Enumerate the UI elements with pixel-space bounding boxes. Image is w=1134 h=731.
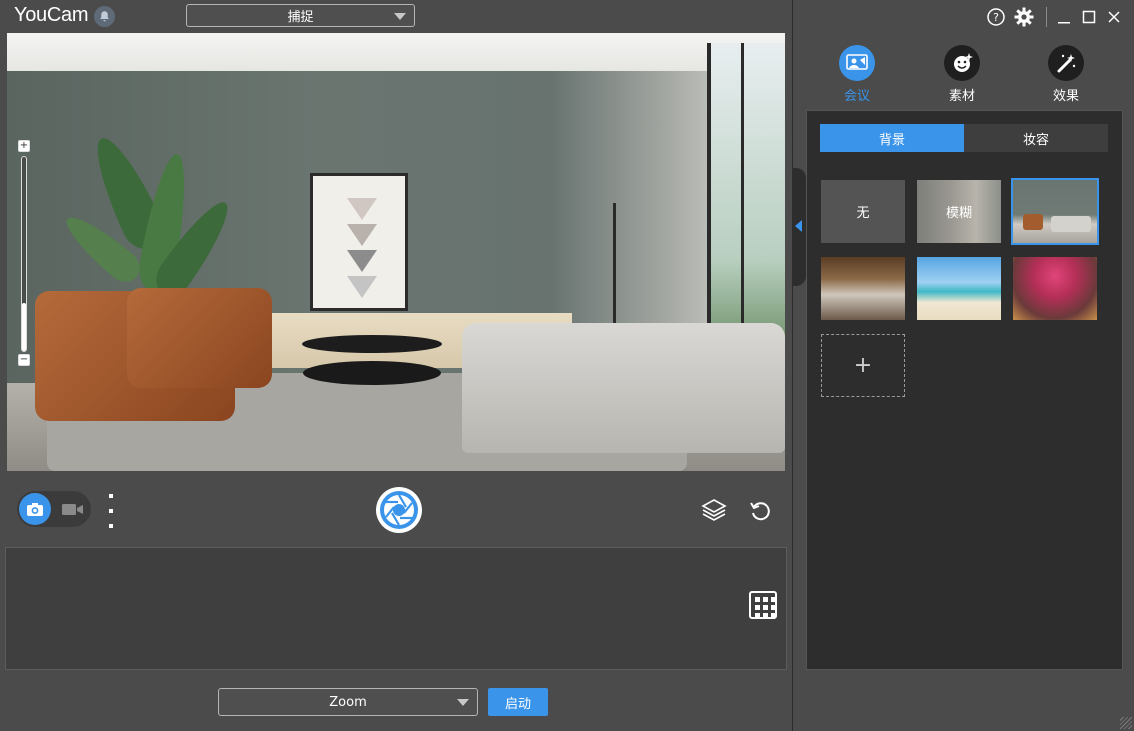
settings-gear-icon[interactable] [1013, 7, 1035, 27]
zoom-out-button[interactable]: − [18, 354, 30, 366]
capture-mode-value: 捕捉 [287, 10, 314, 25]
gallery-grid-icon[interactable] [749, 591, 777, 619]
background-none[interactable]: 无 [821, 180, 905, 243]
window-decoration [707, 43, 785, 353]
video-app-select[interactable]: Zoom [218, 688, 478, 716]
capture-mode-select[interactable]: 捕捉 [186, 4, 415, 27]
video-app-value: Zoom [329, 694, 367, 710]
zoom-in-button[interactable]: + [18, 140, 30, 152]
layers-icon[interactable] [701, 497, 727, 523]
captured-media-tray [5, 547, 787, 670]
shutter-aperture-icon [380, 491, 418, 529]
chevron-left-icon [795, 220, 802, 232]
background-beach[interactable] [917, 257, 1001, 320]
app-title: YouCam [14, 4, 89, 26]
tab-stickers[interactable]: 素材 [932, 45, 992, 104]
add-background-button[interactable]: + [821, 334, 905, 397]
more-options-icon[interactable] [105, 494, 117, 528]
camera-icon[interactable] [19, 493, 51, 525]
background-cafe[interactable] [821, 257, 905, 320]
conference-icon [839, 45, 875, 81]
background-blur[interactable]: 模糊 [917, 180, 1001, 243]
background-blossom-tree[interactable] [1013, 257, 1097, 320]
youcam-window: YouCam 捕捉 + − Zoom 启动 ? 会议 素材 效果 背景 妆容 无… [0, 0, 1134, 731]
close-icon[interactable] [1106, 7, 1122, 27]
wall-art [310, 173, 408, 311]
tab-effects[interactable]: 效果 [1036, 45, 1096, 104]
minimize-icon[interactable] [1056, 7, 1072, 27]
tab-effects-label: 效果 [1052, 89, 1079, 104]
zoom-track[interactable] [21, 156, 27, 352]
chevron-down-icon [394, 13, 406, 20]
zoom-fill [22, 302, 26, 351]
chevron-down-icon [457, 699, 469, 706]
help-icon[interactable]: ? [986, 7, 1006, 27]
title-separator [1046, 7, 1047, 27]
tab-conference-label: 会议 [843, 89, 870, 104]
subtab-background[interactable]: 背景 [820, 124, 964, 152]
tab-conference[interactable]: 会议 [827, 45, 887, 104]
notification-bell-icon[interactable] [94, 6, 115, 27]
sticker-face-icon [944, 45, 980, 81]
subtab-makeup[interactable]: 妆容 [964, 124, 1108, 152]
magic-wand-icon [1048, 45, 1084, 81]
pane-divider [792, 0, 793, 731]
start-button[interactable]: 启动 [488, 688, 548, 716]
collapse-panel-handle[interactable] [792, 168, 806, 286]
reset-icon[interactable] [747, 498, 773, 524]
camera-preview: + − [7, 33, 785, 471]
resize-grip-icon[interactable] [1120, 717, 1132, 729]
sofa [462, 323, 785, 453]
maximize-icon[interactable] [1081, 7, 1097, 27]
video-camera-icon[interactable] [61, 500, 85, 518]
panel-subtabs: 背景 妆容 [820, 124, 1108, 152]
svg-text:?: ? [993, 11, 999, 24]
photo-video-toggle[interactable] [17, 491, 91, 527]
background-living-room[interactable] [1011, 178, 1099, 245]
tab-stickers-label: 素材 [948, 89, 975, 104]
zoom-slider[interactable]: + − [18, 140, 30, 368]
shutter-button[interactable] [376, 487, 422, 533]
